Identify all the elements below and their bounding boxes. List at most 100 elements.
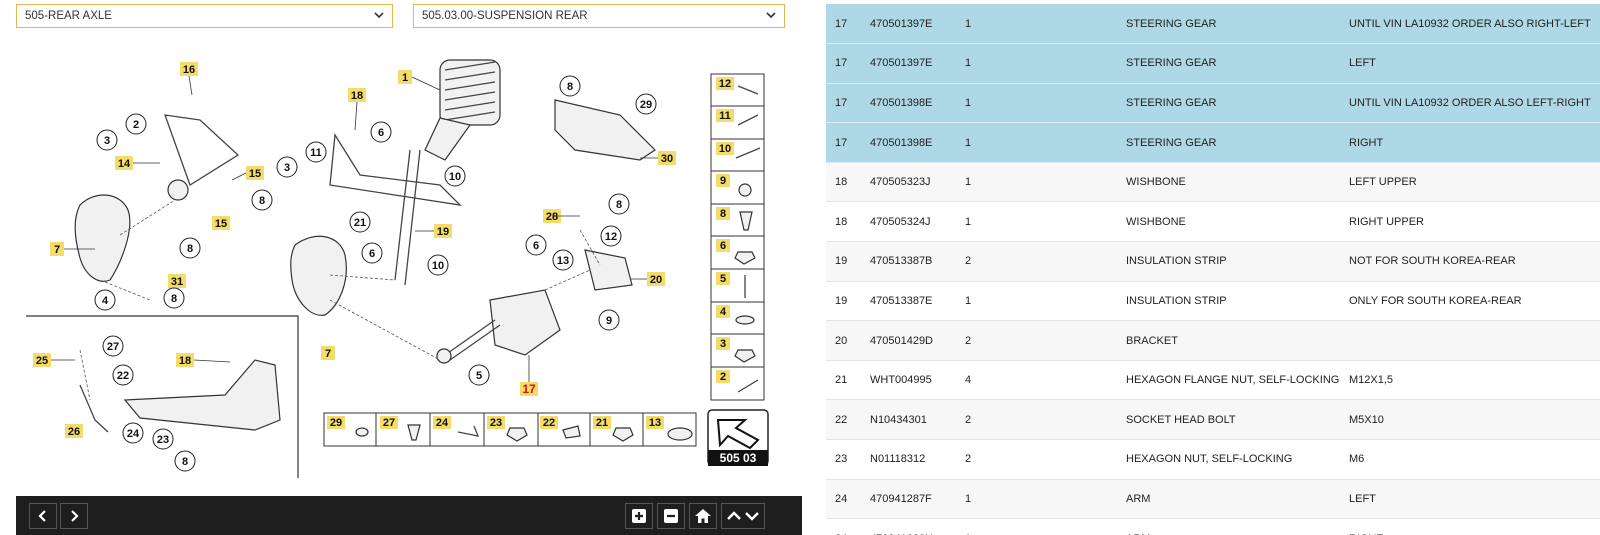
svg-text:6: 6	[533, 240, 539, 252]
shock-absorber-drawing	[424, 59, 501, 161]
callout-18a: 18	[351, 90, 363, 102]
description-cell: BRACKET	[1117, 320, 1340, 361]
svg-text:6: 6	[378, 127, 384, 139]
svg-text:22: 22	[543, 417, 555, 429]
callout-31: 31	[171, 276, 183, 288]
svg-text:10: 10	[719, 143, 731, 155]
position-cell: 20	[826, 320, 861, 361]
callout-30: 30	[661, 153, 673, 165]
svg-text:4: 4	[102, 295, 109, 307]
part-number-cell: 470501398E	[861, 122, 956, 163]
part-number-cell: N10434301	[861, 399, 956, 441]
svg-text:13: 13	[649, 417, 661, 429]
remark-cell: ONLY FOR SOUTH KOREA-REAR	[1340, 281, 1600, 322]
description-cell: SOCKET HEAD BOLT	[1117, 399, 1340, 441]
svg-text:8: 8	[187, 243, 193, 255]
callout-15a: 15	[249, 168, 261, 180]
table-row[interactable]: 19 470513387E 1 INSULATION STRIP ONLY FOR SO…	[826, 281, 1600, 322]
part-number-cell: 470501398E	[861, 83, 956, 124]
svg-text:22: 22	[117, 370, 129, 382]
svg-text:3: 3	[104, 135, 110, 147]
quantity-cell: 1	[956, 4, 1117, 45]
quantity-cell: 2	[956, 320, 1117, 361]
quantity-cell: 1	[956, 162, 1117, 203]
part-number-cell: 470505324J	[861, 201, 956, 243]
table-row[interactable]: 18 470505324J 1 WISHBONE RIGHT UPPER	[826, 201, 1600, 243]
next-button[interactable]	[60, 503, 88, 529]
tie-rod-drawing	[394, 149, 421, 286]
part-number-cell: 470941287F	[861, 479, 956, 520]
table-row[interactable]: 17 470501397E 1 STEERING GEAR UNTIL VIN LA10…	[826, 4, 1600, 45]
svg-text:9: 9	[606, 315, 612, 327]
quantity-cell: 1	[956, 43, 1117, 84]
chevron-right-icon	[71, 510, 79, 522]
table-row[interactable]: 24470941288H1ARMRIGHT	[826, 518, 1600, 535]
part-number-cell: 470513387B	[861, 241, 956, 282]
quantity-cell: 1	[956, 83, 1117, 124]
callout-15b: 15	[215, 218, 227, 230]
svg-text:2: 2	[720, 371, 726, 383]
group-select[interactable]: 505-REAR AXLE	[16, 4, 393, 28]
quantity-cell: 1	[956, 122, 1117, 163]
zoom-in-button[interactable]	[625, 503, 653, 529]
position-cell: 17	[826, 4, 861, 45]
table-row[interactable]: 17 470501397E 1 STEERING GEAR LEFT	[826, 43, 1600, 84]
position-cell: 19	[826, 281, 861, 322]
subgroup-select[interactable]: 505.03.00-SUSPENSION REAR	[413, 4, 785, 28]
home-button[interactable]	[689, 503, 717, 529]
quantity-cell: 1	[956, 518, 1117, 535]
svg-text:2: 2	[133, 119, 139, 131]
svg-text:27: 27	[107, 341, 119, 353]
callout-14: 14	[118, 158, 131, 170]
prev-button[interactable]	[29, 503, 57, 529]
table-row[interactable]: 22 N10434301 2 SOCKET HEAD BOLT M5X10	[826, 399, 1600, 441]
description-cell: ARM	[1117, 479, 1340, 520]
remark-cell: UNTIL VIN LA10932 ORDER ALSO LEFT-RIGHT	[1340, 83, 1600, 124]
svg-text:6: 6	[720, 240, 726, 252]
description-cell: HEXAGON FLANGE NUT, SELF-LOCKING	[1117, 360, 1340, 401]
zoom-out-icon	[664, 509, 678, 523]
svg-text:9: 9	[720, 175, 726, 187]
chevron-left-icon	[38, 510, 46, 522]
group-select-value: 505-REAR AXLE	[25, 10, 112, 22]
svg-text:13: 13	[557, 255, 569, 267]
description-cell: ARM	[1117, 518, 1340, 535]
table-row[interactable]: 21 WHT004995 4 HEXAGON FLANGE NUT, SELF-LOC…	[826, 360, 1600, 401]
table-row[interactable]: 17 470501398E 1 STEERING GEAR RIGHT	[826, 122, 1600, 163]
table-row[interactable]: 18 470505323J 1 WISHBONE LEFT UPPER	[826, 162, 1600, 203]
position-cell: 17	[826, 43, 861, 84]
table-row[interactable]: 23 N01118312 2 HEXAGON NUT, SELF-LOCKING M6	[826, 439, 1600, 480]
part-number-cell: 470941288H	[861, 518, 956, 535]
svg-text:10: 10	[449, 171, 461, 183]
table-row[interactable]: 19 470513387B 2 INSULATION STRIP NOT FOR SOU…	[826, 241, 1600, 282]
diagram-pane: 505-REAR AXLE 505.03.00-SUSPENSION REAR	[0, 0, 808, 535]
quantity-cell: 4	[956, 360, 1117, 401]
remark-cell: M6	[1340, 439, 1600, 480]
svg-text:21: 21	[596, 417, 608, 429]
svg-text:8: 8	[259, 195, 265, 207]
svg-text:21: 21	[354, 217, 366, 229]
table-row[interactable]: 17 470501398E 1 STEERING GEAR UNTIL VIN LA10…	[826, 83, 1600, 124]
exploded-parts-diagram[interactable]: 16 14 15 15 7 31 1 18 19 7 28 30 20 25 1…	[16, 36, 802, 494]
svg-text:3: 3	[284, 162, 290, 174]
svg-text:8: 8	[182, 456, 188, 468]
table-row[interactable]: 20 470501429D 2 BRACKET	[826, 320, 1600, 361]
quantity-cell: 1	[956, 281, 1117, 322]
remark-cell: NOT FOR SOUTH KOREA-REAR	[1340, 241, 1600, 282]
bracket-20-drawing	[584, 249, 633, 291]
table-row[interactable]: 24 470941287F 1 ARM LEFT	[826, 479, 1600, 520]
position-cell: 17	[826, 83, 861, 124]
fastener-legend-column: 12 11 10 9 8 6 5 4 3 2	[710, 73, 765, 401]
wishbone-left-drawing	[164, 114, 240, 186]
callout-17-highlighted: 17	[522, 382, 536, 396]
description-cell: WISHBONE	[1117, 201, 1340, 243]
zoom-out-button[interactable]	[657, 503, 685, 529]
part-number-cell: 470505323J	[861, 162, 956, 203]
description-cell: STEERING GEAR	[1117, 83, 1340, 124]
svg-text:6: 6	[369, 248, 375, 260]
position-cell: 18	[826, 162, 861, 203]
expand-collapse-button[interactable]	[721, 503, 765, 529]
svg-text:8: 8	[616, 199, 622, 211]
svg-text:29: 29	[330, 417, 342, 429]
callout-28: 28	[546, 211, 558, 223]
